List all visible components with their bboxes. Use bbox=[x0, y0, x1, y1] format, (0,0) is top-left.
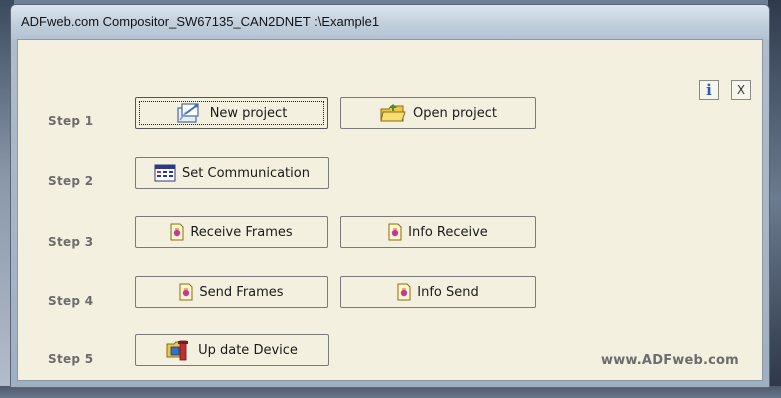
info-send-label: Info Send bbox=[417, 284, 479, 300]
step-2-label: Step 2 bbox=[48, 174, 94, 188]
step-3-label: Step 3 bbox=[48, 235, 94, 249]
open-folder-icon bbox=[379, 102, 407, 124]
info-send-icon bbox=[397, 283, 411, 301]
new-project-label: New project bbox=[209, 105, 288, 121]
new-project-button[interactable]: New project bbox=[135, 97, 328, 129]
step-1-label: Step 1 bbox=[48, 114, 94, 128]
main-panel: i X Step 1 Step 2 Step 3 Step 4 Step 5 N… bbox=[17, 39, 763, 381]
compositor-window: ADFweb.com Compositor_SW67135_CAN2DNET :… bbox=[10, 4, 770, 388]
close-panel-button[interactable]: X bbox=[731, 80, 751, 100]
info-icon: i bbox=[706, 80, 712, 99]
send-frames-icon bbox=[179, 283, 193, 301]
update-device-button[interactable]: Up date Device bbox=[135, 334, 329, 366]
step-4-label: Step 4 bbox=[48, 294, 94, 308]
open-project-label: Open project bbox=[413, 105, 497, 121]
info-send-button[interactable]: Info Send bbox=[340, 276, 536, 308]
title-bar[interactable]: ADFweb.com Compositor_SW67135_CAN2DNET :… bbox=[11, 5, 769, 39]
send-frames-button[interactable]: Send Frames bbox=[135, 276, 328, 308]
new-project-icon bbox=[176, 102, 204, 124]
close-icon: X bbox=[736, 83, 746, 97]
open-project-button[interactable]: Open project bbox=[340, 97, 536, 129]
receive-frames-label: Receive Frames bbox=[190, 224, 293, 240]
adfweb-brand-text: www.ADFweb.com bbox=[601, 353, 739, 368]
update-device-icon bbox=[166, 339, 192, 361]
info-receive-label: Info Receive bbox=[408, 224, 488, 240]
info-receive-button[interactable]: Info Receive bbox=[340, 216, 536, 248]
set-communication-label: Set Communication bbox=[182, 165, 310, 181]
receive-frames-button[interactable]: Receive Frames bbox=[135, 216, 328, 248]
receive-frames-icon bbox=[170, 223, 184, 241]
update-device-label: Up date Device bbox=[198, 342, 298, 358]
communication-settings-icon bbox=[154, 163, 176, 183]
set-communication-button[interactable]: Set Communication bbox=[135, 157, 329, 189]
info-button[interactable]: i bbox=[699, 80, 719, 100]
send-frames-label: Send Frames bbox=[199, 284, 284, 300]
window-title: ADFweb.com Compositor_SW67135_CAN2DNET :… bbox=[21, 14, 380, 29]
step-5-label: Step 5 bbox=[48, 352, 94, 366]
info-receive-icon bbox=[388, 223, 402, 241]
